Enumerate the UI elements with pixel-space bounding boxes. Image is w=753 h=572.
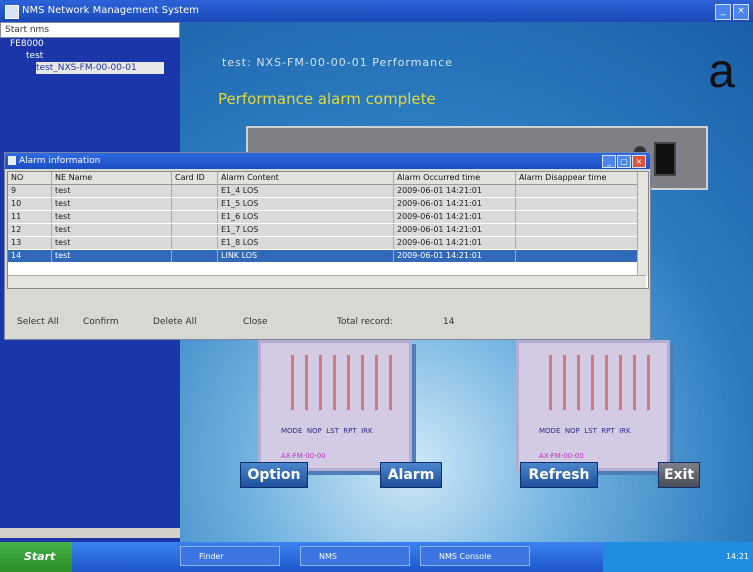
col-header-disappear-time[interactable]: Alarm Disappear time [516, 172, 648, 184]
minimize-icon[interactable]: _ [715, 4, 731, 20]
delete-all-button[interactable]: Delete All [153, 317, 197, 327]
cell-ne-name: test [52, 237, 172, 249]
dialog-footer: Select All Confirm Delete All Close Tota… [15, 317, 635, 333]
panel-labels: MODE NOP LST RPT IRK [539, 427, 631, 435]
cell-occurred-time: 2009-06-01 14:21:01 [394, 211, 516, 223]
taskbar-item[interactable]: NMS Console [420, 546, 530, 566]
system-tray: 14:21 [603, 542, 753, 572]
refresh-button[interactable]: Refresh [520, 462, 598, 488]
cell-disappear-time [516, 185, 648, 197]
option-button[interactable]: Option [240, 462, 308, 488]
power-switch-icon[interactable] [654, 142, 676, 176]
alarm-table-header: NO NE Name Card ID Alarm Content Alarm O… [8, 172, 648, 185]
cell-no: 10 [8, 198, 52, 210]
cell-disappear-time [516, 211, 648, 223]
cell-no: 13 [8, 237, 52, 249]
cell-occurred-time: 2009-06-01 14:21:01 [394, 237, 516, 249]
panel-code: AX-FM-00-00 [281, 452, 326, 460]
alarm-button[interactable]: Alarm [380, 462, 442, 488]
app-icon [5, 5, 19, 19]
cell-occurred-time: 2009-06-01 14:21:01 [394, 224, 516, 236]
cell-no: 12 [8, 224, 52, 236]
table-row[interactable]: 9 test E1_4 LOS 2009-06-01 14:21:01 [8, 185, 648, 198]
tree-node-test[interactable]: test [0, 50, 180, 62]
cell-alarm-content: E1_8 LOS [218, 237, 394, 249]
dialog-minimize-icon[interactable]: _ [602, 155, 616, 168]
dialog-icon [8, 156, 16, 165]
dialog-title: Alarm information [19, 156, 101, 166]
table-row[interactable]: 11 test E1_6 LOS 2009-06-01 14:21:01 [8, 211, 648, 224]
table-row[interactable]: 10 test E1_5 LOS 2009-06-01 14:21:01 [8, 198, 648, 211]
cell-disappear-time [516, 237, 648, 249]
select-all-button[interactable]: Select All [17, 317, 59, 327]
clock: 14:21 [725, 552, 749, 561]
led-indicators [543, 355, 653, 410]
brand-logo: a [708, 45, 735, 98]
col-header-no[interactable]: NO [8, 172, 52, 184]
cell-no: 11 [8, 211, 52, 223]
cell-alarm-content: E1_7 LOS [218, 224, 394, 236]
window-title: NMS Network Management System [22, 5, 199, 16]
table-row[interactable]: 14 test LINK LOS 2009-06-01 14:21:01 [8, 250, 648, 263]
col-header-card-id[interactable]: Card ID [172, 172, 218, 184]
cell-ne-name: test [52, 224, 172, 236]
performance-panel-b: MODE NOP LST RPT IRK AX-FM-00-00 [516, 340, 670, 471]
dialog-titlebar: Alarm information _ □ × [5, 153, 650, 169]
tree-header: Start nms [0, 22, 180, 38]
cell-no: 14 [8, 250, 52, 262]
close-icon[interactable]: × [733, 4, 749, 20]
cell-card-id [172, 198, 218, 210]
performance-title: Performance alarm complete [218, 90, 436, 108]
total-value: 14 [443, 317, 455, 327]
cell-ne-name: test [52, 185, 172, 197]
cell-alarm-content: E1_4 LOS [218, 185, 394, 197]
col-header-alarm-content[interactable]: Alarm Content [218, 172, 394, 184]
cell-disappear-time [516, 198, 648, 210]
taskbar-item[interactable]: NMS [300, 546, 410, 566]
tree-node-root[interactable]: FE8000 [0, 38, 180, 50]
tree-node-device[interactable]: test_NXS-FM-00-00-01 [36, 62, 164, 74]
device-headline: test: NXS-FM-00-00-01 Performance [222, 56, 453, 69]
exit-button[interactable]: Exit [658, 462, 700, 488]
window-titlebar: NMS Network Management System _ × [0, 0, 753, 22]
alarm-table-hscroll[interactable] [8, 275, 646, 288]
cell-card-id [172, 211, 218, 223]
col-header-occurred-time[interactable]: Alarm Occurred time [394, 172, 516, 184]
start-button[interactable]: Start [0, 542, 72, 572]
cell-ne-name: test [52, 198, 172, 210]
cell-disappear-time [516, 250, 648, 262]
performance-panel-a: MODE NOP LST RPT IRK AX-FM-00-00 [258, 340, 412, 471]
cell-card-id [172, 237, 218, 249]
alarm-dialog: Alarm information _ □ × NO NE Name Card … [4, 152, 651, 340]
panel-code: AX-FM-00-00 [539, 452, 584, 460]
cell-alarm-content: LINK LOS [218, 250, 394, 262]
cell-no: 9 [8, 185, 52, 197]
cell-occurred-time: 2009-06-01 14:21:01 [394, 185, 516, 197]
cell-ne-name: test [52, 250, 172, 262]
panel-labels: MODE NOP LST RPT IRK [281, 427, 373, 435]
total-label: Total record: [337, 317, 393, 327]
tree-scrollbar[interactable] [0, 528, 180, 538]
col-header-ne-name[interactable]: NE Name [52, 172, 172, 184]
cell-ne-name: test [52, 211, 172, 223]
cell-card-id [172, 224, 218, 236]
taskbar-item[interactable]: Finder [180, 546, 280, 566]
dialog-maximize-icon[interactable]: □ [617, 155, 631, 168]
close-button[interactable]: Close [243, 317, 268, 327]
taskbar: Start Finder NMS NMS Console 14:21 [0, 542, 753, 572]
cell-card-id [172, 250, 218, 262]
table-row[interactable]: 13 test E1_8 LOS 2009-06-01 14:21:01 [8, 237, 648, 250]
led-indicators [285, 355, 395, 410]
confirm-button[interactable]: Confirm [83, 317, 118, 327]
cell-card-id [172, 185, 218, 197]
cell-occurred-time: 2009-06-01 14:21:01 [394, 198, 516, 210]
cell-disappear-time [516, 224, 648, 236]
cell-alarm-content: E1_6 LOS [218, 211, 394, 223]
dialog-close-icon[interactable]: × [632, 155, 646, 168]
alarm-table-vscroll[interactable] [637, 172, 648, 276]
cell-alarm-content: E1_5 LOS [218, 198, 394, 210]
cell-occurred-time: 2009-06-01 14:21:01 [394, 250, 516, 262]
alarm-table: NO NE Name Card ID Alarm Content Alarm O… [7, 171, 649, 289]
table-row[interactable]: 12 test E1_7 LOS 2009-06-01 14:21:01 [8, 224, 648, 237]
